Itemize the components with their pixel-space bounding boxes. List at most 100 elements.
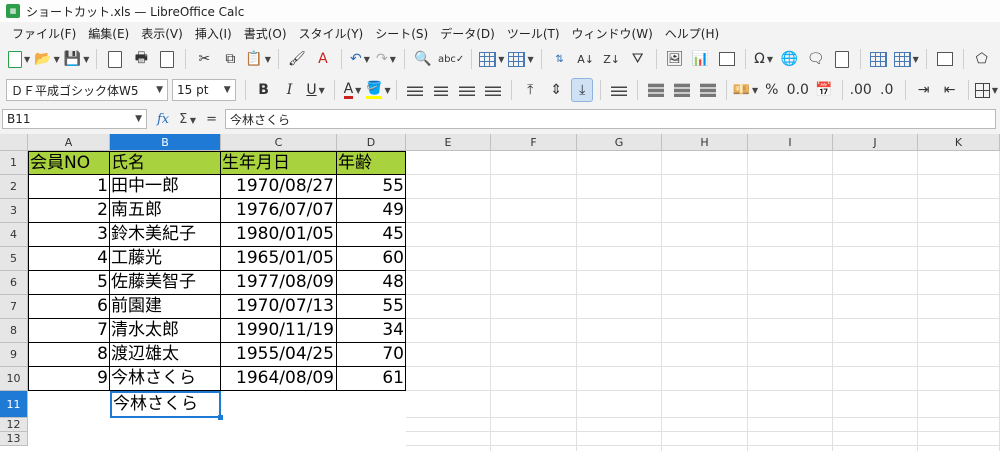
spreadsheet-grid[interactable]: A B C D E F G H I J K 1 2 3 4 5 6 7 8 9 10 11 12 13 会員NO 氏名 生年月日 年齢…: [0, 134, 1000, 451]
menu-insert[interactable]: 挿入(I): [189, 25, 238, 42]
table-cell-age[interactable]: 45: [337, 223, 406, 247]
table-cell-name[interactable]: 清水太郎: [110, 319, 221, 343]
column-header-d[interactable]: D: [337, 134, 406, 151]
find-replace-button[interactable]: 🔍: [412, 47, 434, 71]
menu-edit[interactable]: 編集(E): [82, 25, 135, 42]
table-header-cell[interactable]: 氏名: [110, 151, 221, 175]
menu-view[interactable]: 表示(V): [135, 25, 189, 42]
menu-tools[interactable]: ツール(T): [501, 25, 566, 42]
row-header-5[interactable]: 5: [0, 247, 28, 271]
column-header-h[interactable]: H: [662, 134, 748, 151]
menu-window[interactable]: ウィンドウ(W): [566, 25, 659, 42]
row-header-8[interactable]: 8: [0, 319, 28, 343]
table-cell-name[interactable]: 佐藤美智子: [110, 271, 221, 295]
column-header-a[interactable]: A: [28, 134, 110, 151]
row-header-1[interactable]: 1: [0, 151, 28, 175]
align-right-button[interactable]: [456, 78, 478, 102]
delete-decimal-place-button[interactable]: .0: [876, 78, 898, 102]
table-cell-age[interactable]: 34: [337, 319, 406, 343]
row-header-6[interactable]: 6: [0, 271, 28, 295]
open-button[interactable]: 📂 ▼: [34, 47, 60, 71]
center-vertically-button[interactable]: ⇕: [545, 78, 567, 102]
column-header-e[interactable]: E: [406, 134, 491, 151]
table-cell-dob[interactable]: 1980/01/05: [221, 223, 337, 247]
column-header-b[interactable]: B: [110, 134, 221, 151]
table-cell-dob[interactable]: 1976/07/07: [221, 199, 337, 223]
spelling-button[interactable]: abc✓: [438, 47, 464, 71]
insert-chart-button[interactable]: 📊: [690, 47, 712, 71]
column-header-g[interactable]: G: [577, 134, 662, 151]
currency-format-button[interactable]: 💴 ▼: [733, 78, 759, 102]
formula-icon[interactable]: =: [206, 112, 217, 127]
sort-descending-button[interactable]: Z↓: [601, 47, 623, 71]
table-cell-no[interactable]: 2: [28, 199, 110, 223]
pivot-table-button[interactable]: [716, 47, 738, 71]
row-header-10[interactable]: 10: [0, 367, 28, 391]
align-top-button[interactable]: ⤒: [519, 78, 541, 102]
table-cell-age[interactable]: 55: [337, 295, 406, 319]
table-cell-no[interactable]: 8: [28, 343, 110, 367]
font-color-button[interactable]: A ▼: [341, 78, 363, 102]
font-name-combo[interactable]: ＤＦ平成ゴシック体W5 ▼: [6, 79, 169, 101]
menu-styles[interactable]: スタイル(Y): [293, 25, 370, 42]
merge-center-button[interactable]: [645, 78, 667, 102]
headers-footers-button[interactable]: [831, 47, 853, 71]
table-cell-age[interactable]: 49: [337, 199, 406, 223]
row-header-13[interactable]: 13: [0, 432, 28, 446]
table-header-cell[interactable]: 会員NO: [28, 151, 110, 175]
table-cell-dob[interactable]: 1955/04/25: [221, 343, 337, 367]
column-button[interactable]: ▼: [508, 47, 534, 71]
redo-button[interactable]: ↷ ▼: [375, 47, 397, 71]
define-print-area-button[interactable]: [868, 47, 890, 71]
date-format-button[interactable]: 📅: [813, 78, 835, 102]
row-header-2[interactable]: 2: [0, 175, 28, 199]
table-header-cell[interactable]: 年齢: [337, 151, 406, 175]
justify-button[interactable]: [482, 78, 504, 102]
special-character-button[interactable]: Ω ▼: [753, 47, 775, 71]
decrease-indent-button[interactable]: ⇤: [939, 78, 961, 102]
row-header-12[interactable]: 12: [0, 418, 28, 432]
function-wizard-icon[interactable]: fx: [157, 112, 169, 127]
hyperlink-button[interactable]: 🌐: [779, 47, 801, 71]
show-draw-functions-button[interactable]: ⬠: [971, 47, 993, 71]
italic-button[interactable]: I: [279, 78, 301, 102]
percent-format-button[interactable]: %: [761, 78, 783, 102]
sort-button[interactable]: ⇅: [549, 47, 571, 71]
table-cell-name[interactable]: 田中一郎: [110, 175, 221, 199]
table-cell-no[interactable]: 5: [28, 271, 110, 295]
table-cell-dob[interactable]: 1970/08/27: [221, 175, 337, 199]
select-all-corner[interactable]: [0, 134, 28, 151]
column-header-f[interactable]: F: [491, 134, 577, 151]
row-header-4[interactable]: 4: [0, 223, 28, 247]
table-cell-name[interactable]: 前園建: [110, 295, 221, 319]
table-cell-no[interactable]: 4: [28, 247, 110, 271]
table-cell-no[interactable]: 9: [28, 367, 110, 391]
table-cell-dob[interactable]: 1990/11/19: [221, 319, 337, 343]
menu-help[interactable]: ヘルプ(H): [659, 25, 725, 42]
row-header-11[interactable]: 11: [0, 391, 28, 418]
align-left-button[interactable]: [404, 78, 426, 102]
borders-button[interactable]: ▼: [975, 78, 998, 102]
column-header-i[interactable]: I: [748, 134, 833, 151]
cut-button[interactable]: ✂: [193, 47, 215, 71]
comment-button[interactable]: 🗨: [805, 47, 827, 71]
menu-data[interactable]: データ(D): [434, 25, 501, 42]
table-cell-age[interactable]: 61: [337, 367, 406, 391]
column-header-k[interactable]: K: [918, 134, 1000, 151]
freeze-rows-columns-button[interactable]: ▼: [893, 47, 919, 71]
undo-button[interactable]: ↶ ▼: [349, 47, 371, 71]
table-cell-no[interactable]: 1: [28, 175, 110, 199]
row-button[interactable]: ▼: [479, 47, 504, 71]
table-cell-dob[interactable]: 1970/07/13: [221, 295, 337, 319]
table-cell-age[interactable]: 70: [337, 343, 406, 367]
sort-ascending-button[interactable]: A↓: [575, 47, 597, 71]
underline-button[interactable]: U ▼: [305, 78, 327, 102]
menu-format[interactable]: 書式(O): [238, 25, 293, 42]
add-decimal-place-button[interactable]: .00: [850, 78, 872, 102]
align-center-button[interactable]: [430, 78, 452, 102]
print-preview-button[interactable]: [156, 47, 178, 71]
insert-image-button[interactable]: 🖼: [664, 47, 686, 71]
table-cell-no[interactable]: 7: [28, 319, 110, 343]
table-cell-dob[interactable]: 1964/08/09: [221, 367, 337, 391]
align-bottom-button[interactable]: ⤓: [571, 78, 594, 102]
